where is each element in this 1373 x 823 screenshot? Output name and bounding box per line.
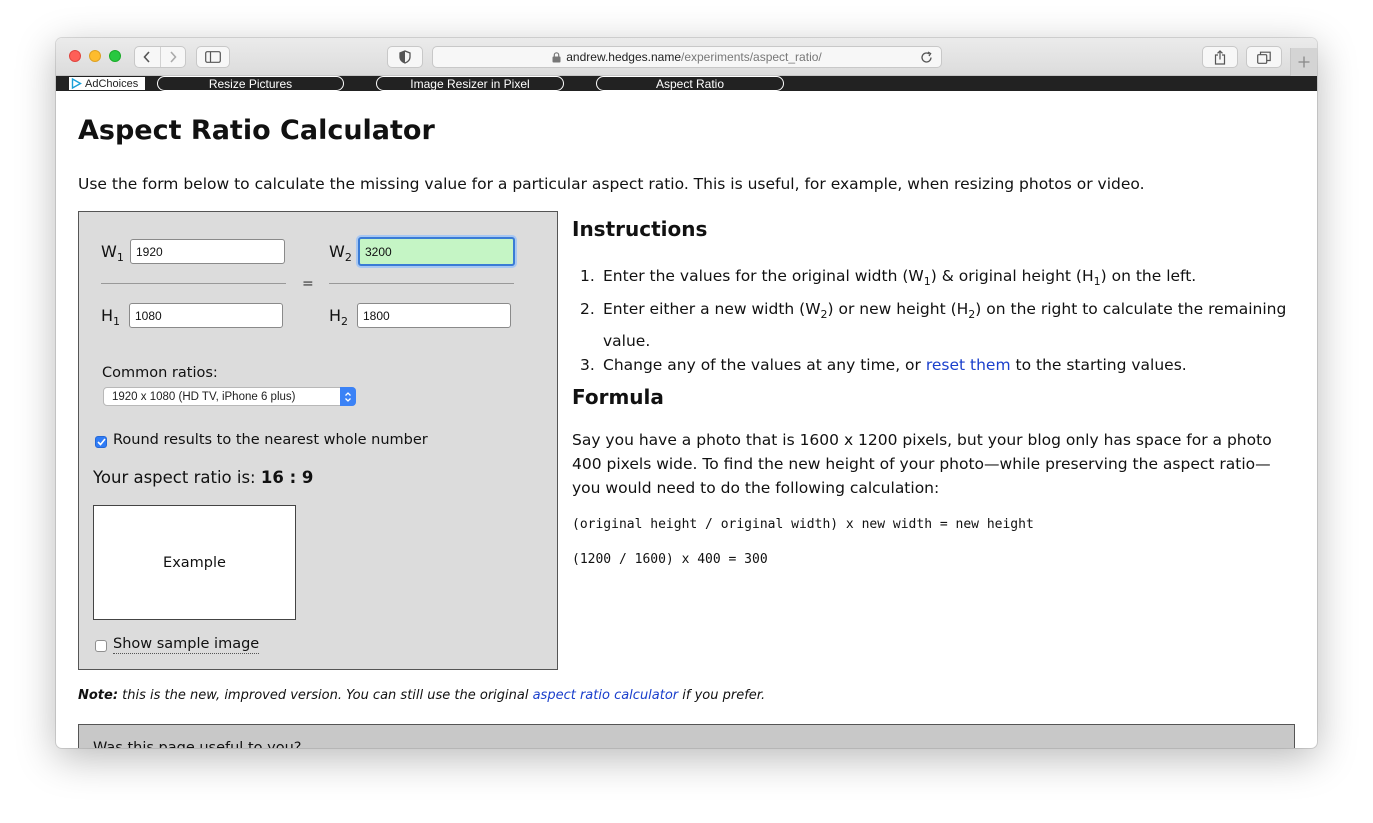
adchoices-link[interactable]: AdChoices (69, 77, 145, 90)
common-ratios-select[interactable]: 1920 x 1080 (HD TV, iPhone 6 plus) (103, 387, 356, 406)
adchoices-label: AdChoices (85, 77, 139, 90)
instructions-heading: Instructions (572, 217, 708, 241)
instructions-list: 1. Enter the values for the original wid… (572, 263, 1292, 378)
title-bar: andrew.hedges.name/experiments/aspect_ra… (56, 38, 1317, 76)
feedback-panel: Was this page useful to you? (78, 724, 1295, 748)
note-text: Note: this is the new, improved version.… (78, 688, 766, 703)
show-sample-checkbox[interactable] (95, 640, 107, 652)
calculator-panel: W1 W2 = H1 H2 Common ratios: 1920 x 1080… (78, 211, 558, 670)
ad-link-image-resizer[interactable]: Image Resizer in Pixel (376, 76, 564, 91)
lock-icon (552, 51, 561, 63)
intro-text: Use the form below to calculate the miss… (78, 175, 1145, 193)
privacy-report-button[interactable] (387, 46, 423, 68)
common-ratios-label: Common ratios: (102, 365, 218, 381)
share-button[interactable] (1202, 46, 1238, 68)
url-path: /experiments/aspect_ratio/ (681, 50, 822, 64)
list-item: 1. Enter the values for the original wid… (580, 267, 1197, 289)
formula-heading: Formula (572, 385, 664, 409)
h2-input[interactable] (357, 303, 511, 328)
formula-description: Say you have a photo that is 1600 x 1200… (572, 431, 1272, 497)
tabs-icon (1257, 51, 1271, 64)
example-preview: Example (93, 505, 296, 620)
browser-window: andrew.hedges.name/experiments/aspect_ra… (56, 38, 1317, 748)
back-button[interactable] (135, 47, 160, 67)
adchoices-icon (71, 78, 82, 89)
h1-label: H1 (101, 306, 121, 329)
w1-label: W1 (101, 242, 124, 265)
formula-code-general: (original height / original width) x new… (572, 517, 1034, 532)
address-bar[interactable]: andrew.hedges.name/experiments/aspect_ra… (432, 46, 942, 68)
w1-input[interactable] (130, 239, 285, 264)
reset-link[interactable]: reset them (926, 356, 1011, 374)
minimize-window-button[interactable] (89, 50, 101, 62)
fraction-line-right (329, 283, 514, 284)
formula-code-example: (1200 / 1600) x 400 = 300 (572, 552, 768, 567)
tab-overview-button[interactable] (1246, 46, 1282, 68)
show-sample-label[interactable]: Show sample image (113, 636, 260, 654)
sidebar-button[interactable] (196, 46, 230, 68)
list-item: 3. Change any of the values at any time,… (580, 356, 1187, 375)
original-calculator-link[interactable]: aspect ratio calculator (533, 688, 679, 703)
example-label: Example (163, 554, 226, 571)
page-title: Aspect Ratio Calculator (78, 115, 435, 146)
common-ratios-selected: 1920 x 1080 (HD TV, iPhone 6 plus) (112, 390, 296, 403)
share-icon (1214, 49, 1226, 65)
ad-bar: AdChoices Resize Pictures Image Resizer … (56, 76, 1317, 91)
zoom-window-button[interactable] (109, 50, 121, 62)
navigation-buttons (134, 46, 186, 68)
sidebar-icon (205, 51, 221, 63)
list-item: 2. Enter either a new width (W2) or new … (580, 300, 1287, 351)
page-content: Aspect Ratio Calculator Use the form bel… (56, 91, 1317, 748)
close-window-button[interactable] (69, 50, 81, 62)
h1-input[interactable] (129, 303, 283, 328)
new-tab-button[interactable] (1290, 48, 1317, 76)
w2-label: W2 (329, 242, 352, 265)
aspect-ratio-result: Your aspect ratio is: 16 : 9 (93, 468, 314, 487)
h2-label: H2 (329, 306, 349, 329)
round-results-label: Round results to the nearest whole numbe… (113, 432, 428, 448)
ad-link-aspect-ratio[interactable]: Aspect Ratio (596, 76, 784, 91)
feedback-question: Was this page useful to you? (93, 740, 302, 748)
select-arrows-icon (340, 387, 356, 406)
fraction-line-left (101, 283, 286, 284)
chevron-right-icon (170, 51, 177, 63)
w2-input[interactable] (358, 237, 515, 266)
reload-icon[interactable] (920, 51, 933, 64)
round-results-checkbox[interactable] (95, 436, 107, 448)
ad-link-resize-pictures[interactable]: Resize Pictures (157, 76, 344, 91)
forward-button[interactable] (159, 47, 185, 67)
shield-icon (399, 50, 411, 64)
aspect-ratio-value: 16 : 9 (260, 468, 314, 487)
plus-icon (1298, 56, 1310, 68)
equals-sign: = (302, 276, 314, 292)
url-domain: andrew.hedges.name (566, 50, 681, 64)
checkmark-icon (96, 438, 106, 446)
chevron-left-icon (143, 51, 151, 63)
